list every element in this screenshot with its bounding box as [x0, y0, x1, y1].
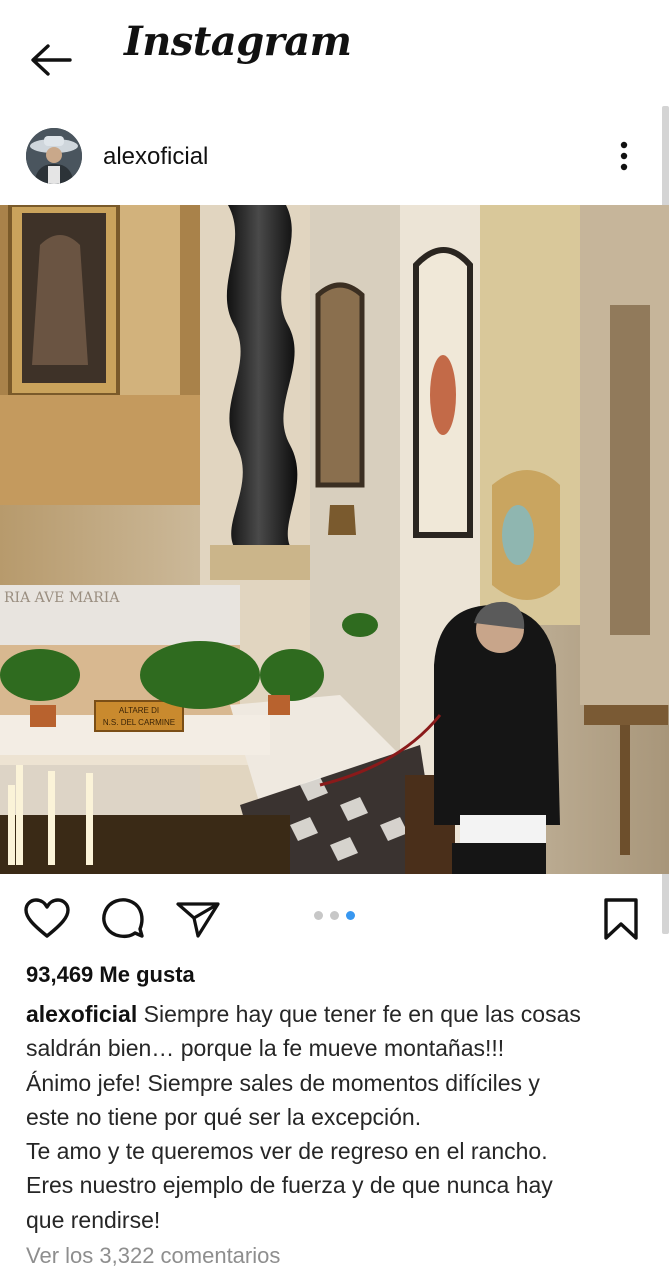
post-header: alexoficial	[0, 118, 660, 196]
caption-username[interactable]: alexoficial	[26, 1001, 137, 1027]
top-bar: Instagram	[0, 0, 669, 108]
plaque-line1-text: ALTARE DI	[119, 706, 159, 715]
likes-count[interactable]: 93,469 Me gusta	[26, 962, 195, 988]
heart-icon	[24, 898, 70, 938]
like-button[interactable]	[22, 896, 72, 942]
bookmark-icon	[604, 898, 638, 940]
avatar[interactable]	[26, 128, 82, 184]
carousel-dot	[330, 911, 339, 920]
instagram-logo: Instagram	[124, 18, 352, 65]
send-icon	[176, 902, 220, 938]
post-actions	[0, 884, 669, 948]
altar-inscription-text: RIA AVE MARIA	[4, 590, 120, 606]
more-options-button[interactable]	[608, 136, 640, 176]
post-username[interactable]: alexoficial	[103, 143, 208, 171]
view-comments-link[interactable]: Ver los 3,322 comentarios	[26, 1243, 280, 1269]
caption-line: Te amo y te queremos ver de regreso en e…	[26, 1138, 548, 1165]
caption-line: saldrán bien… porque la fe mueve montaña…	[26, 1035, 505, 1062]
caption-text: Siempre hay que tener fe en que las cosa…	[143, 1001, 581, 1027]
more-vertical-icon	[620, 141, 628, 171]
share-button[interactable]	[174, 896, 224, 942]
caption-line: Ánimo jefe! Siempre sales de momentos di…	[26, 1069, 540, 1096]
carousel-indicator	[312, 910, 362, 922]
back-button[interactable]	[24, 38, 76, 82]
caption-line: que rendirse!	[26, 1206, 161, 1233]
post-image[interactable]: RIA AVE MARIA ALTARE DI N.S. DEL CARMINE	[0, 205, 669, 874]
plaque-line2-text: N.S. DEL CARMINE	[103, 718, 175, 727]
carousel-dot	[314, 911, 323, 920]
caption-line: este no tiene por qué ser la excepción.	[26, 1103, 422, 1130]
caption-line: alexoficial Siempre hay que tener fe en …	[26, 997, 646, 1031]
arrow-left-icon	[31, 44, 72, 76]
save-button[interactable]	[596, 896, 646, 942]
post-caption: alexoficial Siempre hay que tener fe en …	[26, 997, 646, 1237]
comment-icon	[102, 898, 144, 939]
caption-line: Eres nuestro ejemplo de fuerza y de que …	[26, 1172, 553, 1199]
comment-button[interactable]	[98, 896, 148, 942]
carousel-dot-active	[346, 911, 355, 920]
